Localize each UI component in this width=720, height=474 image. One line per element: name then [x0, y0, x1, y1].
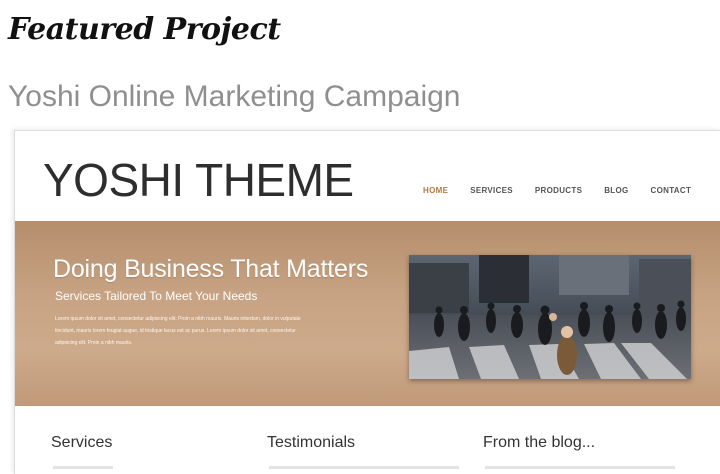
- section-testimonials-title: Testimonials: [267, 434, 356, 451]
- section-services-title: Services: [51, 434, 113, 451]
- theme-logo[interactable]: YOSHI THEME: [43, 153, 354, 207]
- hero-subtitle: Services Tailored To Meet Your Needs: [55, 289, 258, 303]
- crowd-photo-illustration: [409, 255, 691, 379]
- project-title: Yoshi Online Marketing Campaign: [8, 80, 461, 113]
- section-blog-title: From the blog...: [483, 434, 596, 451]
- nav-item-products[interactable]: PRODUCTS: [535, 186, 582, 195]
- services-list-placeholder: [53, 466, 113, 469]
- theme-header: YOSHI THEME HOME SERVICES PRODUCTS BLOG …: [15, 131, 720, 221]
- nav-item-blog[interactable]: BLOG: [604, 186, 628, 195]
- hero-body-text: Lorem ipsum dolor sit amet, consectetur …: [55, 316, 301, 346]
- testimonials-text-placeholder: [269, 466, 459, 469]
- hero-crowd-photo: [409, 255, 691, 379]
- hero-title: Doing Business That Matters: [53, 255, 369, 283]
- blog-text-placeholder: [485, 466, 675, 469]
- nav-item-contact[interactable]: CONTACT: [651, 186, 692, 195]
- nav-item-home[interactable]: HOME: [423, 186, 448, 195]
- project-preview-screenshot[interactable]: YOSHI THEME HOME SERVICES PRODUCTS BLOG …: [14, 130, 720, 474]
- theme-bottom-sections: Services Testimonials From the blog...: [15, 406, 720, 474]
- nav-item-services[interactable]: SERVICES: [470, 186, 513, 195]
- featured-project-heading: Featured Project: [8, 12, 281, 47]
- hero-banner: Doing Business That Matters Services Tai…: [15, 221, 720, 406]
- theme-nav: HOME SERVICES PRODUCTS BLOG CONTACT: [423, 186, 713, 195]
